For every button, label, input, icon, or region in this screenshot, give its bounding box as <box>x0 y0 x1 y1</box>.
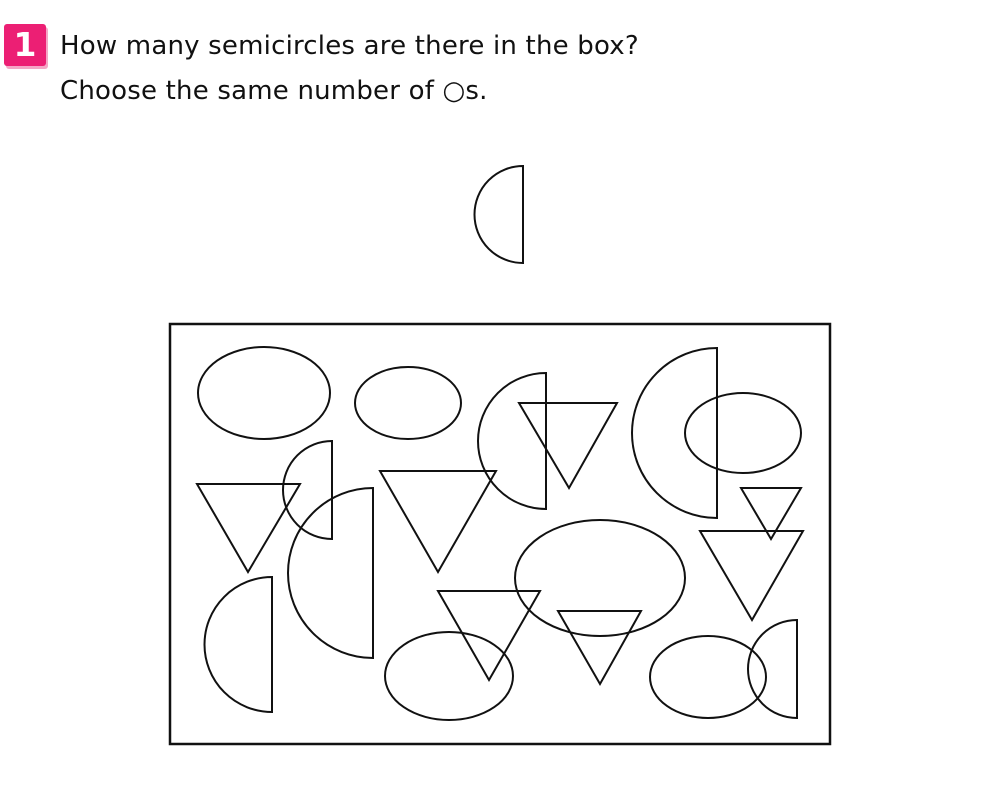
semicircle-shape <box>632 348 717 518</box>
semicircle-shape <box>288 488 373 658</box>
ellipse-shape <box>355 367 461 439</box>
question-number-badge: 1 <box>4 24 46 66</box>
triangle-shape <box>380 471 496 572</box>
triangle-shape <box>741 488 801 539</box>
triangle-shape <box>438 591 540 680</box>
semicircle-shape <box>748 620 797 718</box>
semicircle-shape <box>205 577 273 712</box>
ellipse-shape <box>650 636 766 718</box>
ellipse-shape <box>515 520 685 636</box>
semicircle-shape <box>283 441 332 539</box>
triangle-shape <box>558 611 641 684</box>
triangle-shape <box>519 403 617 488</box>
shape-box-frame <box>170 324 830 744</box>
ellipse-shape <box>385 632 513 720</box>
semicircle-shape <box>478 373 546 509</box>
shape-puzzle-figure <box>0 0 1000 801</box>
ellipse-shape <box>685 393 801 473</box>
triangle-shape <box>197 484 300 572</box>
question-text-line-1: How many semicircles are there in the bo… <box>60 31 639 61</box>
sample-semicircle <box>474 166 523 263</box>
triangle-shape <box>700 531 803 620</box>
ellipse-shape <box>198 347 330 439</box>
question-text-line-2: Choose the same number of ○s. <box>60 76 488 106</box>
